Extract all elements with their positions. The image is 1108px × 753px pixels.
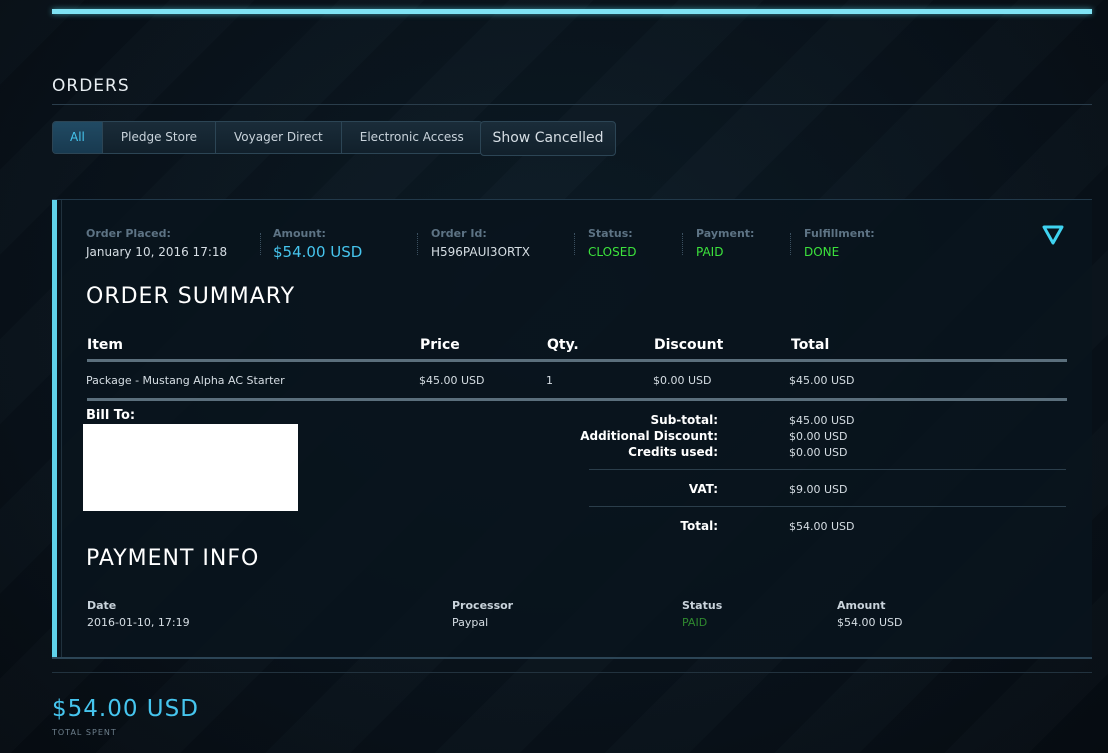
order-card-accent [52,200,57,657]
fulfillment-label: Fulfillment: [804,227,875,240]
vat-value: $9.00 USD [789,483,848,496]
table-footer-divider [87,398,1067,401]
payment-col-processor: Processor [452,599,514,612]
payment-col-date: Date [87,599,117,612]
subtotal-value: $45.00 USD [789,414,855,427]
item-discount: $0.00 USD [653,374,712,387]
title-divider [52,104,1092,105]
col-header-item: Item [87,337,123,353]
meta-separator [790,233,792,255]
payment-col-amount: Amount [837,599,886,612]
subtotal-label: Sub-total: [650,413,718,427]
top-accent-bar [52,9,1092,14]
item-qty: 1 [546,374,553,387]
payment-date: 2016-01-10, 17:19 [87,616,190,629]
bill-to-label: Bill To: [86,408,136,423]
triangle-down-icon[interactable] [1042,225,1064,245]
payment-info-title: PAYMENT INFO [86,546,260,571]
table-header-divider [87,359,1067,362]
tab-pledge-store[interactable]: Pledge Store [103,122,216,153]
payment-col-status: Status [682,599,723,612]
payment-processor: Paypal [452,616,489,629]
total-value: $54.00 USD [789,520,855,533]
tab-voyager-direct[interactable]: Voyager Direct [216,122,342,153]
order-filter-tabs: All Pledge Store Voyager Direct Electron… [52,121,483,154]
order-summary-title: ORDER SUMMARY [86,284,296,309]
col-header-qty: Qty. [547,337,579,353]
credits-used-label: Credits used: [628,445,718,459]
item-price: $45.00 USD [419,374,485,387]
amount-label: Amount: [273,227,326,240]
tab-electronic-access[interactable]: Electronic Access [342,122,482,153]
fulfillment-value: DONE [804,245,840,259]
credits-used-value: $0.00 USD [789,446,848,459]
col-header-price: Price [420,337,460,353]
payment-label: Payment: [696,227,755,240]
payment-status: PAID [682,616,708,629]
total-spent-value: $54.00 USD [52,696,199,722]
tab-all[interactable]: All [53,122,103,153]
meta-separator [574,233,576,255]
meta-payment: Payment: PAID [696,227,754,259]
bill-to-redacted [83,424,298,511]
amount-value: $54.00 USD [273,243,363,261]
meta-separator [417,233,419,255]
payment-value: PAID [696,245,724,259]
status-value: CLOSED [588,245,637,259]
item-total: $45.00 USD [789,374,855,387]
meta-status: Status: CLOSED [588,227,637,259]
additional-discount-value: $0.00 USD [789,430,848,443]
total-spent-label: TOTAL SPENT [52,728,117,737]
additional-discount-label: Additional Discount: [580,429,718,443]
order-card: Order Placed: January 10, 2016 17:18 Amo… [52,199,1092,659]
meta-amount: Amount: $54.00 USD [273,227,362,261]
order-card-inner-line [61,200,62,657]
page-title: ORDERS [52,76,130,96]
vat-label: VAT: [688,482,718,496]
total-label: Total: [680,519,718,533]
meta-separator [682,233,684,255]
order-id-value: H596PAUI3ORTX [431,245,531,259]
meta-order-id: Order Id: H596PAUI3ORTX [431,227,530,259]
order-placed-label: Order Placed: [86,227,171,240]
order-placed-value: January 10, 2016 17:18 [86,245,228,259]
summary-divider [52,672,1092,673]
meta-order-placed: Order Placed: January 10, 2016 17:18 [86,227,227,259]
item-name: Package - Mustang Alpha AC Starter [86,374,285,387]
col-header-discount: Discount [654,337,724,353]
meta-fulfillment: Fulfillment: DONE [804,227,875,259]
payment-amount: $54.00 USD [837,616,903,629]
meta-separator [260,233,262,255]
totals-divider [589,469,1066,470]
show-cancelled-button[interactable]: Show Cancelled [480,121,616,156]
status-label: Status: [588,227,633,240]
totals-divider [589,506,1066,507]
order-id-label: Order Id: [431,227,487,240]
col-header-total: Total [791,337,830,353]
